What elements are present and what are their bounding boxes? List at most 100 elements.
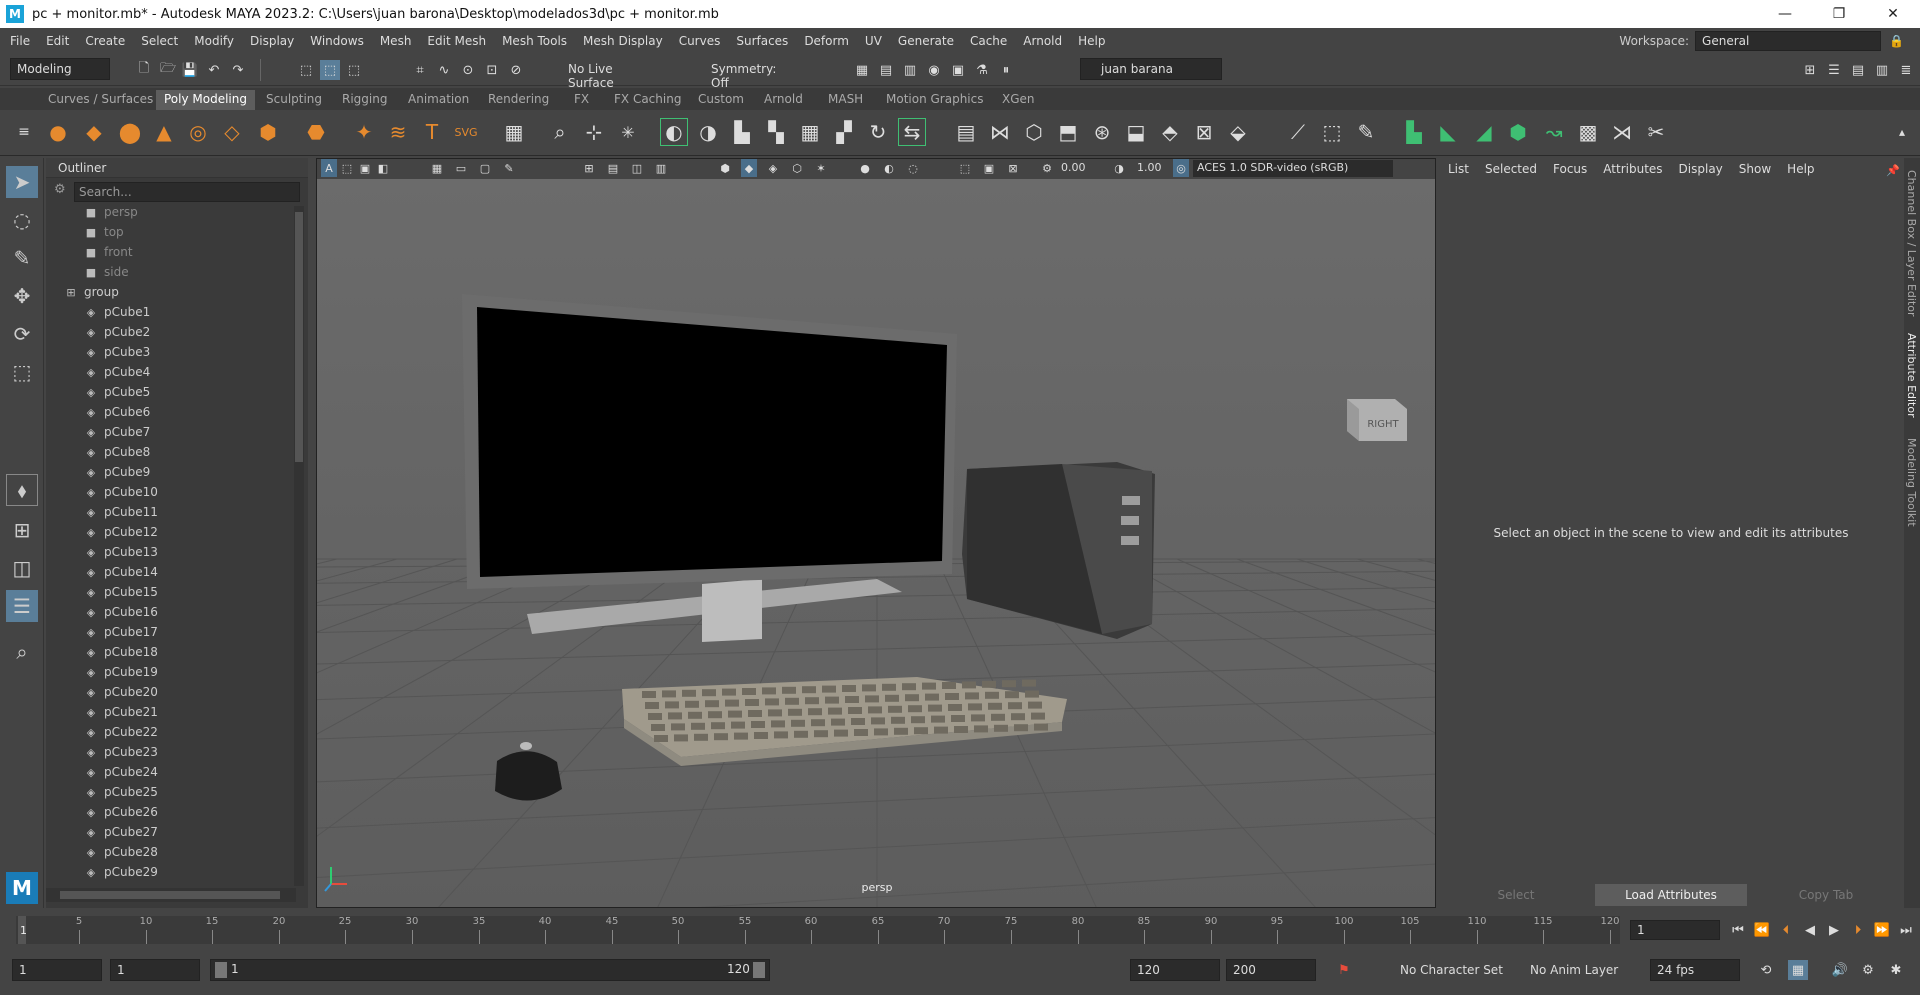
film-gate-icon[interactable]: ▭ bbox=[453, 159, 469, 177]
color-management-icon[interactable]: ◎ bbox=[1173, 159, 1189, 177]
outliner-hscrollbar[interactable] bbox=[46, 888, 296, 902]
attr-menu-selected[interactable]: Selected bbox=[1477, 162, 1545, 182]
playback-end-field[interactable]: 120 bbox=[1130, 959, 1220, 981]
attr-menu-display[interactable]: Display bbox=[1671, 162, 1731, 182]
outliner-item-mesh[interactable]: ◈ pCube11 bbox=[46, 502, 296, 522]
super-shape-icon[interactable]: ✦ bbox=[350, 118, 378, 146]
menu-mesh-display[interactable]: Mesh Display bbox=[575, 34, 671, 48]
xray-icon[interactable]: ◆ bbox=[741, 159, 757, 177]
gamma-value[interactable]: 1.00 bbox=[1137, 161, 1162, 174]
insert-edge-loop-icon[interactable]: ⬙ bbox=[1224, 118, 1252, 146]
snap-curve-icon[interactable]: ∿ bbox=[434, 60, 454, 80]
spherical-map-icon[interactable]: ⬢ bbox=[1504, 118, 1532, 146]
redo-icon[interactable]: ↷ bbox=[228, 60, 248, 80]
shelf-tab-motion-graphics[interactable]: Motion Graphics bbox=[878, 90, 992, 110]
layout-uv-icon[interactable]: ⋊ bbox=[1608, 118, 1636, 146]
poly-cone-icon[interactable]: ▲ bbox=[150, 118, 178, 146]
poly-plane-icon[interactable]: ◇ bbox=[218, 118, 246, 146]
outliner-item-mesh[interactable]: ◈ pCube24 bbox=[46, 762, 296, 782]
automatic-map-icon[interactable]: ↝ bbox=[1540, 118, 1568, 146]
outliner-item-mesh[interactable]: ◈ pCube17 bbox=[46, 622, 296, 642]
two-view-icon[interactable]: ◫ bbox=[6, 552, 38, 584]
menu-display[interactable]: Display bbox=[242, 34, 302, 48]
shelf-tab-custom[interactable]: Custom bbox=[690, 90, 752, 110]
outliner-item-camera[interactable]: ■ side bbox=[46, 262, 296, 282]
menu-surfaces[interactable]: Surfaces bbox=[728, 34, 796, 48]
close-button[interactable]: ✕ bbox=[1866, 0, 1920, 28]
outliner-item-mesh[interactable]: ◈ pCube29 bbox=[46, 862, 296, 882]
outliner-item-mesh[interactable]: ◈ pCube28 bbox=[46, 842, 296, 862]
fps-dropdown[interactable]: 24 fps bbox=[1650, 959, 1740, 981]
sweep-mesh-icon[interactable]: ≋ bbox=[384, 118, 412, 146]
shelf-scroll-icon[interactable]: ▴ bbox=[1888, 118, 1916, 146]
search-icon[interactable]: ⌕ bbox=[6, 636, 38, 668]
copy-tab-button[interactable]: Copy Tab bbox=[1750, 884, 1902, 906]
panel-layout-icon[interactable]: ▥ bbox=[1872, 60, 1892, 80]
pen-icon[interactable]: ✎ bbox=[501, 159, 517, 177]
hypershade-icon[interactable]: ◉ bbox=[924, 60, 944, 80]
menu-mesh[interactable]: Mesh bbox=[372, 34, 420, 48]
attr-menu-show[interactable]: Show bbox=[1731, 162, 1779, 182]
shelf-tab-rigging[interactable]: Rigging bbox=[334, 90, 395, 110]
ipr-render-icon[interactable]: ▤ bbox=[876, 60, 896, 80]
undo-icon[interactable]: ↶ bbox=[204, 60, 224, 80]
poly-torus-icon[interactable]: ◎ bbox=[184, 118, 212, 146]
extrude-icon[interactable]: ▤ bbox=[952, 118, 980, 146]
select-component-icon[interactable]: ⬚ bbox=[344, 60, 364, 80]
menu-edit-mesh[interactable]: Edit Mesh bbox=[419, 34, 494, 48]
tab-modeling-toolkit[interactable]: Modeling Toolkit bbox=[1905, 438, 1918, 527]
range-end-handle[interactable] bbox=[753, 962, 765, 978]
go-to-end-icon[interactable]: ⏭ bbox=[1896, 920, 1916, 940]
menu-edit[interactable]: Edit bbox=[38, 34, 77, 48]
shelf-tab-animation[interactable]: Animation bbox=[400, 90, 477, 110]
rotate-tool-icon[interactable]: ⟳ bbox=[6, 318, 38, 350]
outliner-item-mesh[interactable]: ◈ pCube13 bbox=[46, 542, 296, 562]
planar-map-icon[interactable]: ◣ bbox=[1434, 118, 1462, 146]
sculpt-brush-icon[interactable]: ⟋ bbox=[1284, 118, 1312, 146]
outliner-item-mesh[interactable]: ◈ pCube23 bbox=[46, 742, 296, 762]
append-polygon-icon[interactable]: ⬒ bbox=[1054, 118, 1082, 146]
step-back-frame-icon[interactable]: ⏴ bbox=[1776, 920, 1796, 940]
cut-uv-icon[interactable]: ▙ bbox=[1400, 118, 1428, 146]
xray-active-icon[interactable]: ◌ bbox=[905, 159, 921, 177]
time-slider[interactable]: 1 5 10 15 20 25 30 35 40 45 50 55 60 65 70 75 80 85 90 95 1… bbox=[0, 910, 1920, 950]
menu-help[interactable]: Help bbox=[1070, 34, 1113, 48]
outliner-item-mesh[interactable]: ◈ pCube8 bbox=[46, 442, 296, 462]
textured-icon[interactable]: ◫ bbox=[629, 159, 645, 177]
outliner-item-mesh[interactable]: ◈ pCube26 bbox=[46, 802, 296, 822]
loop-icon[interactable]: ⟲ bbox=[1756, 960, 1776, 980]
wireframe-icon[interactable]: ⊞ bbox=[581, 159, 597, 177]
snap-point-icon[interactable]: ⊙ bbox=[458, 60, 478, 80]
attr-menu-help[interactable]: Help bbox=[1779, 162, 1822, 182]
auto-key-icon[interactable]: ⚑ bbox=[1334, 960, 1354, 980]
pin-icon[interactable]: 📌 bbox=[1886, 164, 1900, 177]
step-back-key-icon[interactable]: ⏪ bbox=[1752, 920, 1772, 940]
shelf-tab-fx-caching[interactable]: FX Caching bbox=[606, 90, 689, 110]
workspace-dropdown[interactable]: General bbox=[1695, 31, 1882, 51]
multi-cut-icon[interactable]: ⊛ bbox=[1088, 118, 1116, 146]
scale-tool-icon[interactable]: ⬚ bbox=[6, 356, 38, 388]
arnold-icon[interactable]: ⚗ bbox=[972, 60, 992, 80]
current-frame-field[interactable]: 1 bbox=[1630, 920, 1720, 940]
outliner-item-mesh[interactable]: ◈ pCube3 bbox=[46, 342, 296, 362]
render-view-icon[interactable]: ▣ bbox=[948, 60, 968, 80]
menu-mesh-tools[interactable]: Mesh Tools bbox=[494, 34, 575, 48]
outliner-item-mesh[interactable]: ◈ pCube18 bbox=[46, 642, 296, 662]
menu-deform[interactable]: Deform bbox=[796, 34, 857, 48]
poly-disc-icon[interactable]: ⬢ bbox=[254, 118, 282, 146]
menu-generate[interactable]: Generate bbox=[890, 34, 962, 48]
menu-select[interactable]: Select bbox=[133, 34, 186, 48]
gamma-icon[interactable]: ◑ bbox=[1111, 159, 1127, 177]
outliner-item-group[interactable]: ⊞ group bbox=[46, 282, 296, 302]
grid-toggle-icon[interactable]: ▦ bbox=[429, 159, 445, 177]
unfold-icon[interactable]: ▩ bbox=[1574, 118, 1602, 146]
lasso-tool-icon[interactable]: ◌ bbox=[6, 204, 38, 236]
shelf-tab-sculpting[interactable]: Sculpting bbox=[258, 90, 330, 110]
outliner-item-mesh[interactable]: ◈ pCube10 bbox=[46, 482, 296, 502]
bevel-icon[interactable]: ⬡ bbox=[1020, 118, 1048, 146]
bookmark-icon[interactable]: ◧ bbox=[375, 159, 391, 177]
sound-icon[interactable]: 🔊 bbox=[1830, 960, 1850, 980]
outliner-item-mesh[interactable]: ◈ pCube6 bbox=[46, 402, 296, 422]
combine-icon[interactable]: ◐ bbox=[660, 118, 688, 146]
outliner-item-mesh[interactable]: ◈ pCube22 bbox=[46, 722, 296, 742]
